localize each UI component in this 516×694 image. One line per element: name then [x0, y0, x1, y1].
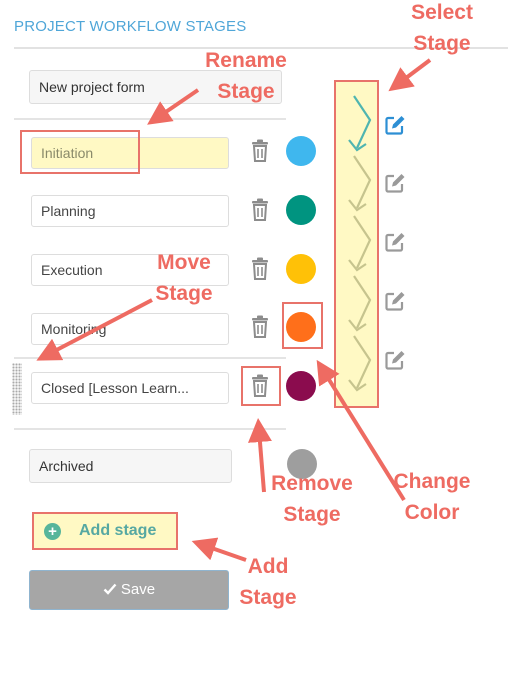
annotation-remove: Remove Stage [271, 472, 353, 526]
annotation-add: Add Stage [239, 555, 297, 609]
annotation-move: Move Stage [155, 251, 213, 305]
annotation-rename: Rename Stage [205, 49, 287, 103]
annotation-change-color: Change Color [393, 470, 471, 524]
annotation-select: Select Stage [411, 1, 473, 55]
